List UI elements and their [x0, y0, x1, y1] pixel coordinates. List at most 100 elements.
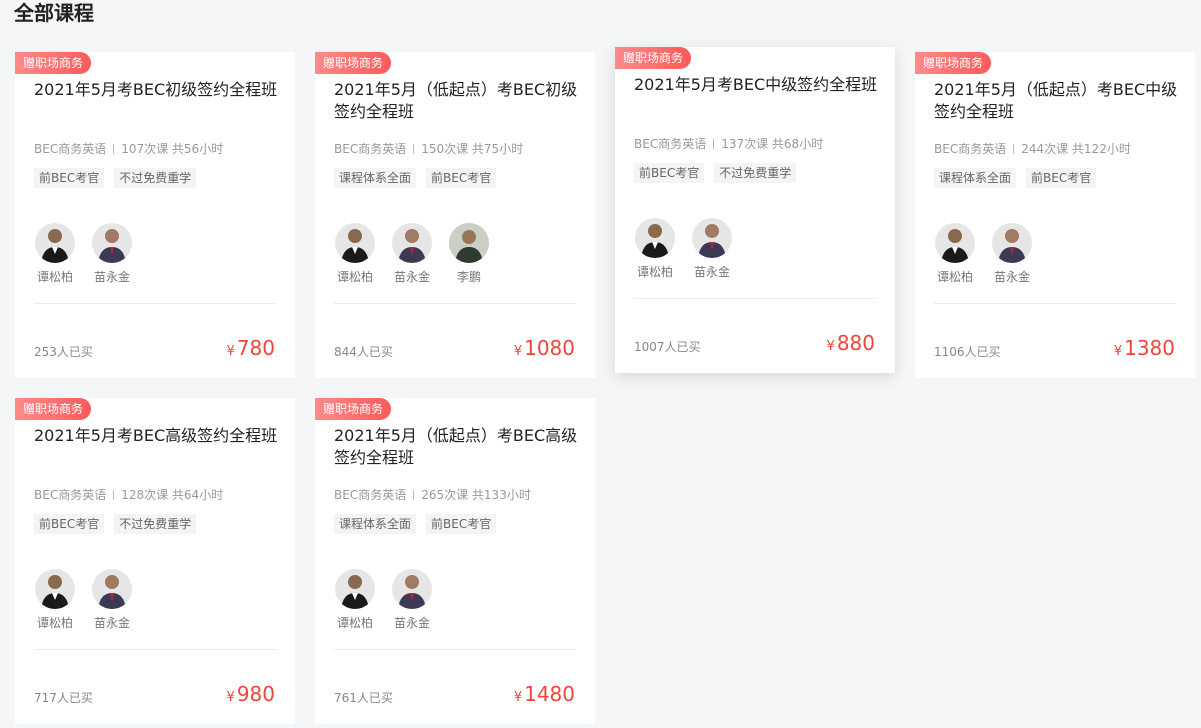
- course-tag: 不过免费重学: [714, 163, 797, 183]
- course-tag: 课程体系全面: [334, 168, 417, 188]
- course-title[interactable]: 2021年5月（低起点）考BEC高级签约全程班: [334, 425, 579, 469]
- teacher-name: 苗永金: [993, 270, 1030, 284]
- teacher[interactable]: 苗永金: [391, 569, 433, 631]
- course-meta: BEC商务英语 107次课 共56小时: [34, 140, 223, 157]
- course-meta: BEC商务英语 150次课 共75小时: [334, 140, 523, 157]
- course-tags: 课程体系全面 前BEC考官: [934, 167, 1106, 188]
- course-price: ¥780: [227, 335, 275, 365]
- teacher-name: 苗永金: [393, 270, 430, 284]
- course-tags: 前BEC考官 不过免费重学: [34, 513, 206, 534]
- course-title[interactable]: 2021年5月考BEC高级签约全程班: [34, 425, 279, 447]
- price-value: 980: [236, 682, 275, 706]
- teacher-avatar-icon: [449, 223, 489, 263]
- teacher[interactable]: 李鹏: [448, 223, 490, 285]
- card-divider: [334, 303, 576, 304]
- course-title[interactable]: 2021年5月（低起点）考BEC初级签约全程班: [334, 79, 579, 123]
- course-card[interactable]: 赠职场商务 2021年5月考BEC初级签约全程班 BEC商务英语 107次课 共5…: [15, 52, 295, 378]
- course-category: BEC商务英语: [334, 142, 407, 156]
- meta-divider: [1013, 144, 1015, 154]
- teacher[interactable]: 谭松柏: [34, 569, 76, 631]
- course-lessons: 265次课 共133小时: [421, 488, 531, 502]
- price-value: 1080: [524, 336, 575, 360]
- course-title[interactable]: 2021年5月考BEC中级签约全程班: [634, 74, 879, 96]
- course-lessons: 244次课 共122小时: [1021, 142, 1131, 156]
- page-title: 全部课程: [14, 1, 94, 25]
- price-value: 780: [236, 336, 275, 360]
- teacher-list: 谭松柏 苗永金: [34, 569, 148, 631]
- meta-divider: [113, 144, 115, 154]
- course-card[interactable]: 赠职场商务 2021年5月（低起点）考BEC中级签约全程班 BEC商务英语 244…: [915, 52, 1195, 378]
- card-divider: [934, 303, 1176, 304]
- meta-divider: [113, 490, 115, 500]
- currency-symbol: ¥: [1113, 344, 1123, 359]
- promo-badge: 赠职场商务: [615, 47, 692, 69]
- course-tags: 前BEC考官 不过免费重学: [34, 167, 206, 188]
- price-value: 880: [836, 331, 875, 355]
- teacher-avatar-icon: [92, 223, 132, 263]
- teacher-avatar-icon: [335, 223, 375, 263]
- course-category: BEC商务英语: [334, 488, 407, 502]
- teacher-avatar-icon: [692, 218, 732, 258]
- course-category: BEC商务英语: [634, 137, 707, 151]
- course-lessons: 128次课 共64小时: [121, 488, 224, 502]
- buyer-count: 1007人已买: [634, 340, 701, 354]
- course-price: ¥880: [827, 330, 875, 360]
- teacher-avatar-icon: [335, 569, 375, 609]
- meta-divider: [413, 490, 415, 500]
- course-card[interactable]: 赠职场商务 2021年5月考BEC中级签约全程班 BEC商务英语 137次课 共6…: [615, 47, 895, 373]
- teacher-list: 谭松柏 苗永金: [634, 218, 748, 280]
- teacher[interactable]: 苗永金: [691, 218, 733, 280]
- promo-badge: 赠职场商务: [315, 398, 392, 420]
- teacher-name: 苗永金: [93, 616, 130, 630]
- course-tags: 课程体系全面 前BEC考官: [334, 513, 506, 534]
- teacher[interactable]: 谭松柏: [334, 223, 376, 285]
- teacher[interactable]: 谭松柏: [34, 223, 76, 285]
- teacher-avatar-icon: [392, 223, 432, 263]
- course-tag: 前BEC考官: [426, 514, 497, 534]
- course-card[interactable]: 赠职场商务 2021年5月考BEC高级签约全程班 BEC商务英语 128次课 共6…: [15, 398, 295, 724]
- meta-divider: [413, 144, 415, 154]
- course-meta: BEC商务英语 137次课 共68小时: [634, 135, 823, 152]
- teacher-name: 谭松柏: [36, 270, 73, 284]
- teacher-avatar-icon: [992, 223, 1032, 263]
- course-lessons: 150次课 共75小时: [421, 142, 524, 156]
- teacher-name: 谭松柏: [336, 616, 373, 630]
- course-tag: 不过免费重学: [114, 514, 197, 534]
- teacher-name: 谭松柏: [336, 270, 373, 284]
- course-tag: 前BEC考官: [1026, 168, 1097, 188]
- price-value: 1480: [524, 682, 575, 706]
- course-tag: 课程体系全面: [334, 514, 417, 534]
- teacher-name: 谭松柏: [936, 270, 973, 284]
- course-meta: BEC商务英语 128次课 共64小时: [34, 486, 223, 503]
- course-card[interactable]: 赠职场商务 2021年5月（低起点）考BEC初级签约全程班 BEC商务英语 150…: [315, 52, 595, 378]
- course-tag: 不过免费重学: [114, 168, 197, 188]
- teacher[interactable]: 苗永金: [991, 223, 1033, 285]
- teacher[interactable]: 谭松柏: [634, 218, 676, 280]
- course-tag: 课程体系全面: [934, 168, 1017, 188]
- course-card[interactable]: 赠职场商务 2021年5月（低起点）考BEC高级签约全程班 BEC商务英语 265…: [315, 398, 595, 724]
- teacher[interactable]: 谭松柏: [334, 569, 376, 631]
- teacher-name: 苗永金: [693, 265, 730, 279]
- course-category: BEC商务英语: [34, 488, 107, 502]
- teacher-avatar-icon: [392, 569, 432, 609]
- course-title[interactable]: 2021年5月考BEC初级签约全程班: [34, 79, 279, 101]
- buyer-count: 1106人已买: [934, 345, 1001, 359]
- teacher[interactable]: 苗永金: [391, 223, 433, 285]
- teacher-avatar-icon: [35, 223, 75, 263]
- course-category: BEC商务英语: [34, 142, 107, 156]
- course-price: ¥1480: [514, 681, 575, 711]
- teacher-name: 苗永金: [93, 270, 130, 284]
- course-tag: 前BEC考官: [634, 163, 705, 183]
- teacher[interactable]: 苗永金: [91, 223, 133, 285]
- course-lessons: 137次课 共68小时: [721, 137, 824, 151]
- teacher-avatar-icon: [35, 569, 75, 609]
- card-divider: [34, 303, 276, 304]
- course-tag: 前BEC考官: [34, 514, 105, 534]
- currency-symbol: ¥: [226, 690, 235, 705]
- currency-symbol: ¥: [826, 339, 835, 354]
- course-lessons: 107次课 共56小时: [121, 142, 224, 156]
- teacher[interactable]: 谭松柏: [934, 223, 976, 285]
- teacher[interactable]: 苗永金: [91, 569, 133, 631]
- buyer-count: 844人已买: [334, 345, 393, 359]
- course-title[interactable]: 2021年5月（低起点）考BEC中级签约全程班: [934, 79, 1179, 123]
